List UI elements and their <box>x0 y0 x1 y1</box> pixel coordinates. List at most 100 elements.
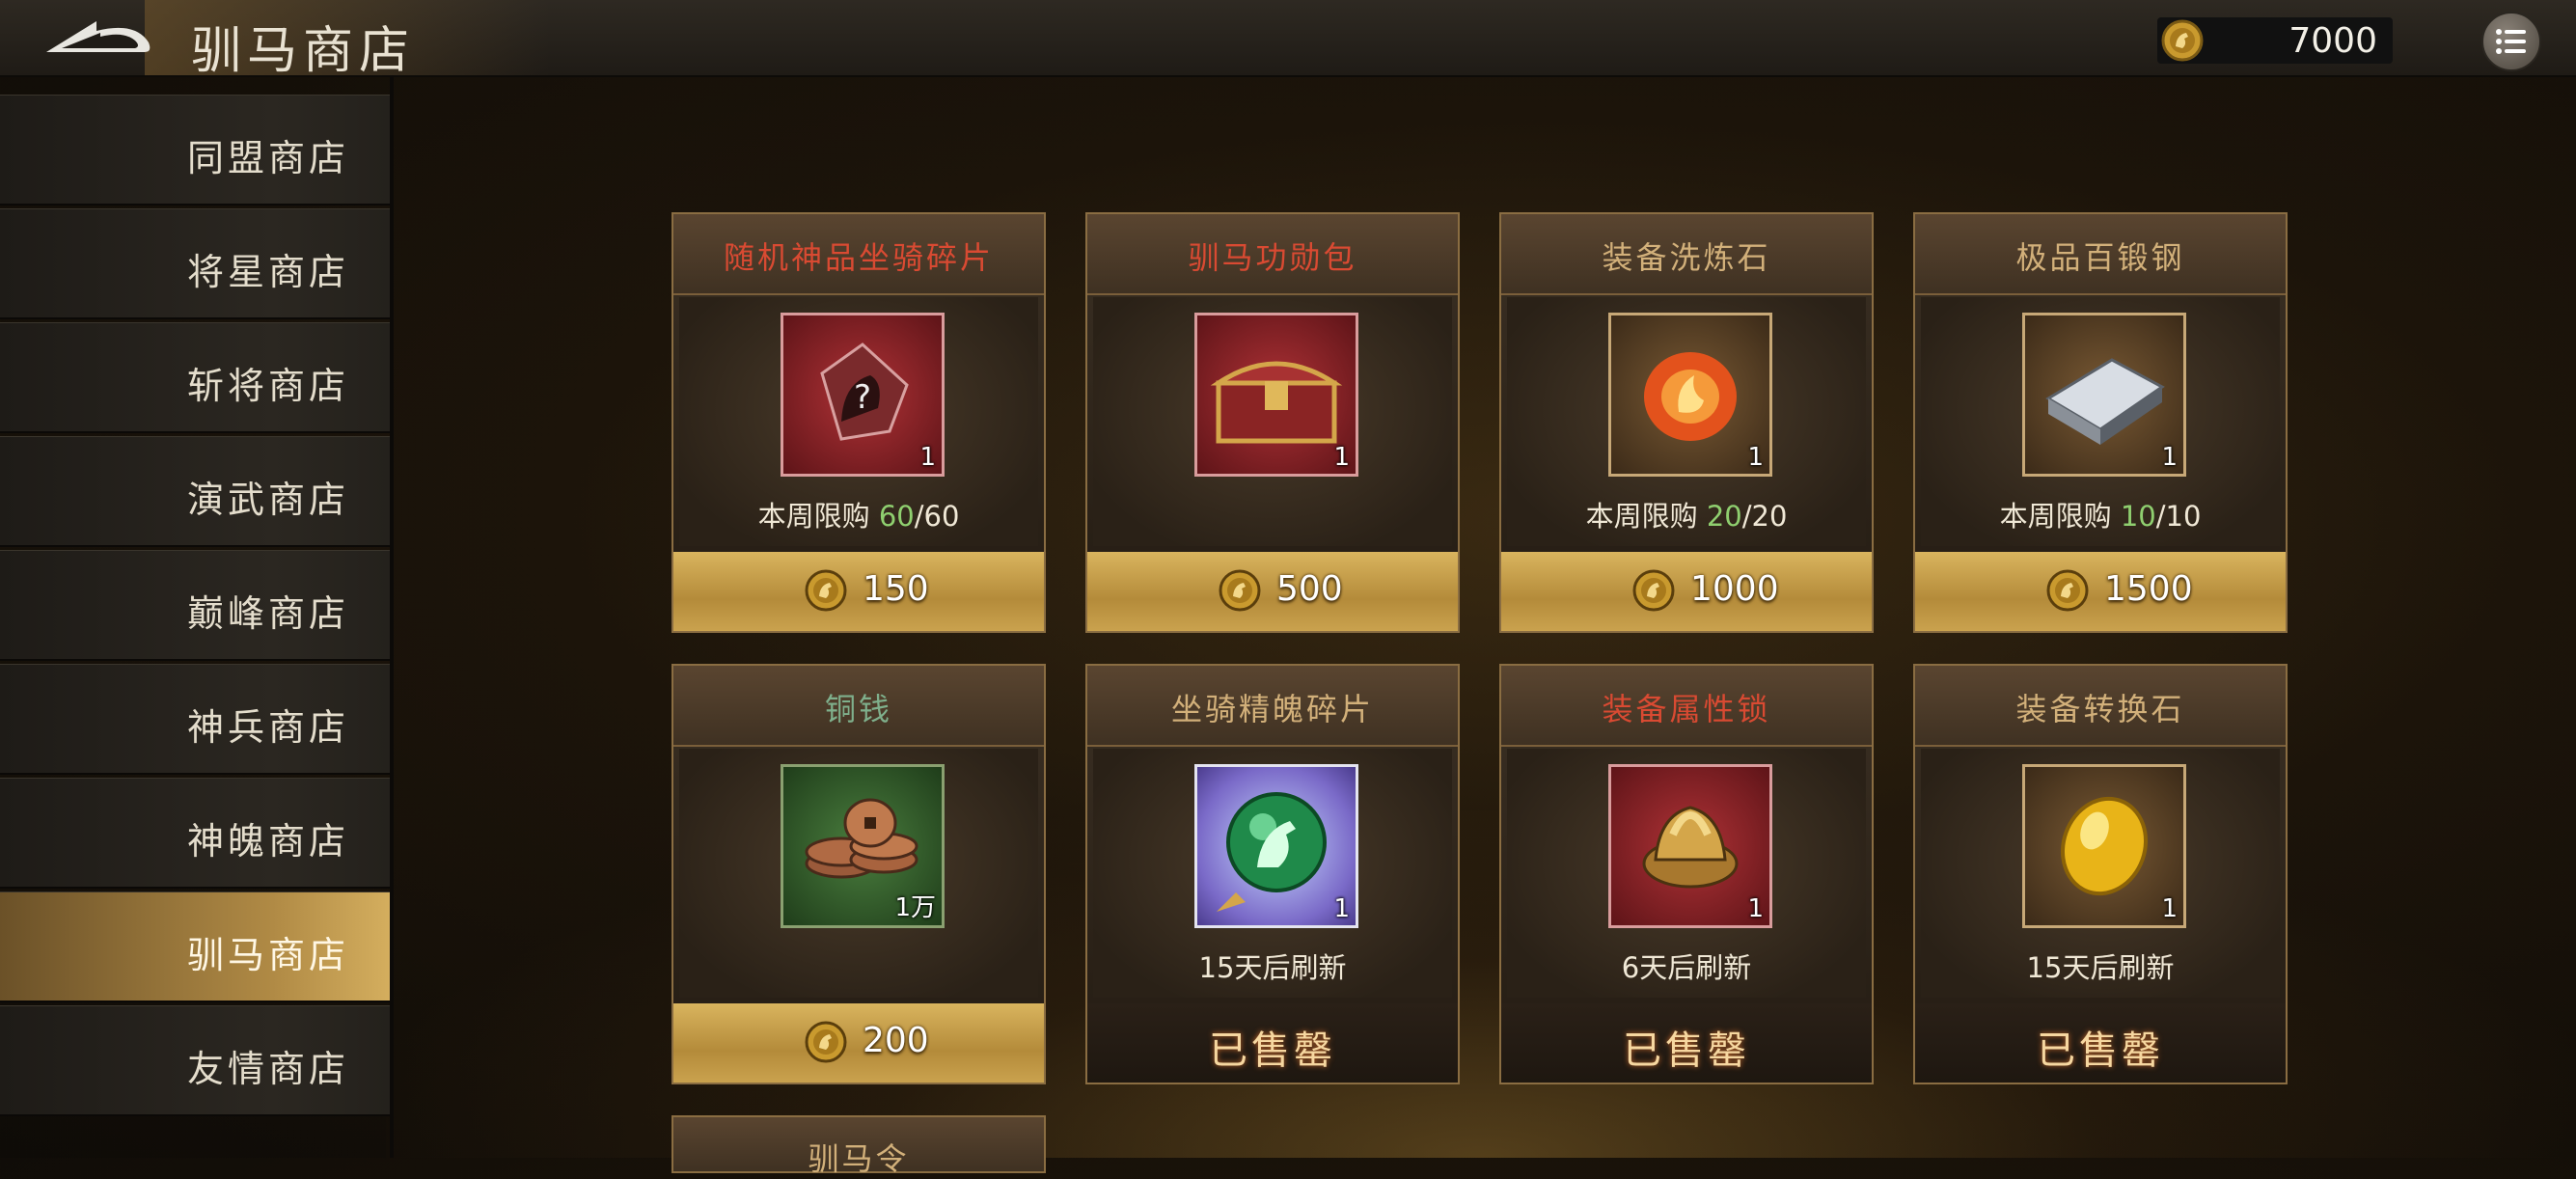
item-quantity: 1万 <box>894 893 936 922</box>
sidebar-item-label: 同盟商店 <box>186 137 349 179</box>
item-name: 驯马功勋包 <box>1188 239 1357 276</box>
sold-out-label: 已售罄 <box>2037 1028 2164 1073</box>
shop-item-card[interactable]: 驯马功勋包 1 500 <box>1085 212 1460 633</box>
shop-sidebar: 同盟商店 将星商店 斩将商店 演武商店 巅峰商店 神兵商店 神魄商店 驯马商店 … <box>0 95 390 1158</box>
horse-coin-icon <box>2161 19 2204 62</box>
item-icon-frame: 1 <box>2022 313 2186 477</box>
currency-display: 7000 <box>2157 17 2393 64</box>
sidebar-item-label: 友情商店 <box>186 1048 349 1090</box>
top-bar: 驯马商店 7000 <box>0 0 2576 80</box>
item-icon-frame: 1 <box>1608 764 1772 928</box>
purchase-limit: 本周限购 10/10 <box>1921 494 2280 535</box>
item-name: 驯马令 <box>808 1140 910 1177</box>
steel-ingot-icon <box>2045 358 2165 445</box>
sold-out-label: 已售罄 <box>1623 1028 1750 1073</box>
back-arrow-icon <box>46 21 151 52</box>
treasure-chest-icon <box>1210 361 1343 444</box>
sidebar-item-label: 驯马商店 <box>186 934 349 976</box>
card-body: 1 6天后刷新 <box>1507 749 1866 998</box>
shop-item-card[interactable]: 极品百锻钢 1 本周限购 10/10 1500 <box>1913 212 2288 633</box>
item-quantity: 1 <box>1333 894 1350 923</box>
sidebar-item-martial-shop[interactable]: 演武商店 <box>0 436 390 547</box>
card-body: 1 <box>1093 297 1452 546</box>
horse-coin-icon <box>1632 569 1675 612</box>
shop-item-card[interactable]: 随机神品坐骑碎片 ? 1 本周限购 60/60 150 <box>671 212 1046 633</box>
refresh-timer: 15天后刷新 <box>1093 946 1452 986</box>
item-price: 1000 <box>1690 569 1779 609</box>
item-price: 200 <box>863 1021 929 1060</box>
back-button[interactable] <box>39 14 154 62</box>
limit-label: 本周限购 <box>1999 500 2121 533</box>
sidebar-item-label: 演武商店 <box>186 479 349 521</box>
shop-item-card-partial[interactable]: 驯马令 <box>671 1115 1046 1177</box>
card-header: 装备属性锁 <box>1501 666 1872 747</box>
item-icon-frame: 1万 <box>781 764 945 928</box>
item-name: 随机神品坐骑碎片 <box>723 239 994 276</box>
sidebar-divider <box>390 75 394 1158</box>
list-icon <box>2496 29 2526 54</box>
item-name: 装备洗炼石 <box>1602 239 1771 276</box>
sidebar-item-label: 神魄商店 <box>186 820 349 863</box>
sidebar-item-friendship-shop[interactable]: 友情商店 <box>0 1005 390 1116</box>
card-body: 1 本周限购 20/20 <box>1507 297 1866 546</box>
card-body: ? 1 本周限购 60/60 <box>679 297 1038 546</box>
page-title: 驯马商店 <box>191 22 416 80</box>
buy-button[interactable]: 150 <box>673 552 1044 631</box>
item-quantity: 1 <box>1333 443 1350 472</box>
purchase-limit: 本周限购 60/60 <box>679 494 1038 535</box>
conversion-stone-icon <box>2060 796 2149 896</box>
horse-coin-icon <box>2046 569 2089 612</box>
buy-button[interactable]: 1000 <box>1501 552 1872 631</box>
item-name: 装备属性锁 <box>1602 691 1771 727</box>
card-header: 铜钱 <box>673 666 1044 747</box>
refresh-timer: 6天后刷新 <box>1507 946 1866 986</box>
item-price: 150 <box>863 569 929 609</box>
buy-button[interactable]: 1500 <box>1915 552 2286 631</box>
sidebar-item-label: 神兵商店 <box>186 706 349 749</box>
sidebar-item-divine-soul-shop[interactable]: 神魄商店 <box>0 778 390 889</box>
card-header: 装备洗炼石 <box>1501 214 1872 295</box>
refine-stone-icon <box>1644 352 1737 441</box>
sidebar-item-divine-weapon-shop[interactable]: 神兵商店 <box>0 664 390 775</box>
item-quantity: 1 <box>919 443 936 472</box>
item-icon-frame: 1 <box>1194 764 1358 928</box>
sidebar-item-label: 将星商店 <box>186 251 349 293</box>
shop-item-card[interactable]: 坐骑精魄碎片 1 15天后刷新 已售罄 <box>1085 664 1460 1084</box>
sidebar-item-peak-shop[interactable]: 巅峰商店 <box>0 550 390 661</box>
item-name: 装备转换石 <box>2015 691 2185 727</box>
purchase-limit: 本周限购 20/20 <box>1507 494 1866 535</box>
sold-out-status: 已售罄 <box>1087 1003 1458 1083</box>
attribute-lock-icon <box>1642 806 1739 889</box>
sidebar-item-horse-shop[interactable]: 驯马商店 <box>0 891 390 1002</box>
limit-remaining: 20 <box>1706 500 1742 533</box>
sold-out-status: 已售罄 <box>1501 1003 1872 1083</box>
item-quantity: 1 <box>2161 443 2178 472</box>
item-name: 极品百锻钢 <box>2015 239 2185 276</box>
sidebar-item-alliance-shop[interactable]: 同盟商店 <box>0 95 390 206</box>
card-header: 装备转换石 <box>1915 666 2286 747</box>
item-name: 铜钱 <box>824 691 892 727</box>
sidebar-item-general-star-shop[interactable]: 将星商店 <box>0 208 390 319</box>
item-name: 坐骑精魄碎片 <box>1170 691 1374 727</box>
shop-item-card[interactable]: 装备属性锁 1 6天后刷新 已售罄 <box>1499 664 1874 1084</box>
item-icon-frame: 1 <box>2022 764 2186 928</box>
buy-button[interactable]: 500 <box>1087 552 1458 631</box>
sidebar-item-slay-general-shop[interactable]: 斩将商店 <box>0 322 390 433</box>
refresh-label: 15天后刷新 <box>1198 951 1347 984</box>
buy-button[interactable]: 200 <box>673 1003 1044 1083</box>
item-icon-frame: ? 1 <box>781 313 945 477</box>
card-header: 坐骑精魄碎片 <box>1087 666 1458 747</box>
limit-remaining: 60 <box>878 500 915 533</box>
shop-item-card[interactable]: 装备洗炼石 1 本周限购 20/20 1000 <box>1499 212 1874 633</box>
horse-coin-icon <box>1219 569 1261 612</box>
limit-remaining: 10 <box>2120 500 2156 533</box>
sidebar-item-label: 斩将商店 <box>186 365 349 407</box>
card-body: 1万 <box>679 749 1038 998</box>
card-body: 1 本周限购 10/10 <box>1921 297 2280 546</box>
shop-item-card[interactable]: 铜钱 1万 200 <box>671 664 1046 1084</box>
shop-item-card[interactable]: 装备转换石 1 15天后刷新 已售罄 <box>1913 664 2288 1084</box>
menu-button[interactable] <box>2481 12 2541 71</box>
limit-label: 本周限购 <box>757 500 879 533</box>
currency-value: 7000 <box>2288 21 2377 61</box>
card-header: 驯马功勋包 <box>1087 214 1458 295</box>
